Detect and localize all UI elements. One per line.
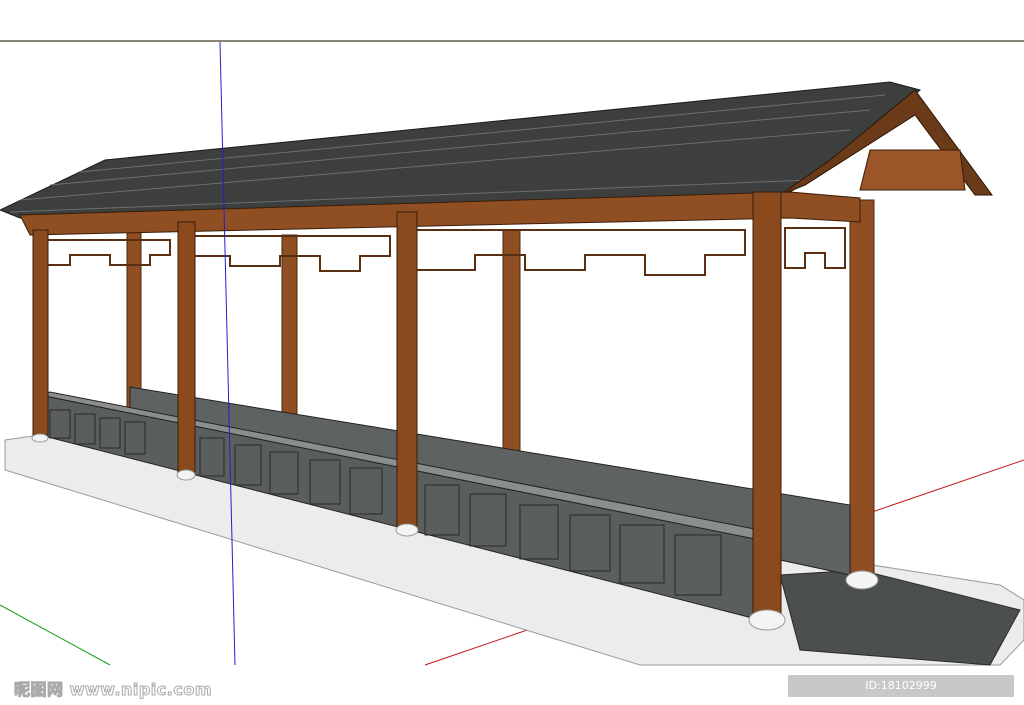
green-axis (0, 604, 111, 666)
nipic-watermark: 昵图网 www.nipic.com (14, 680, 213, 700)
corridor-model (0, 41, 1024, 666)
gable-truss (859, 149, 966, 191)
blue-axis (219, 41, 236, 666)
lattice-frieze (39, 227, 846, 276)
image-id-label: ID:18102999 NO:20170209162805707037 (788, 675, 1014, 705)
sketchup-viewport[interactable]: 昵图网 www.nipic.com ID:18102999 NO:2017020… (0, 0, 1024, 705)
